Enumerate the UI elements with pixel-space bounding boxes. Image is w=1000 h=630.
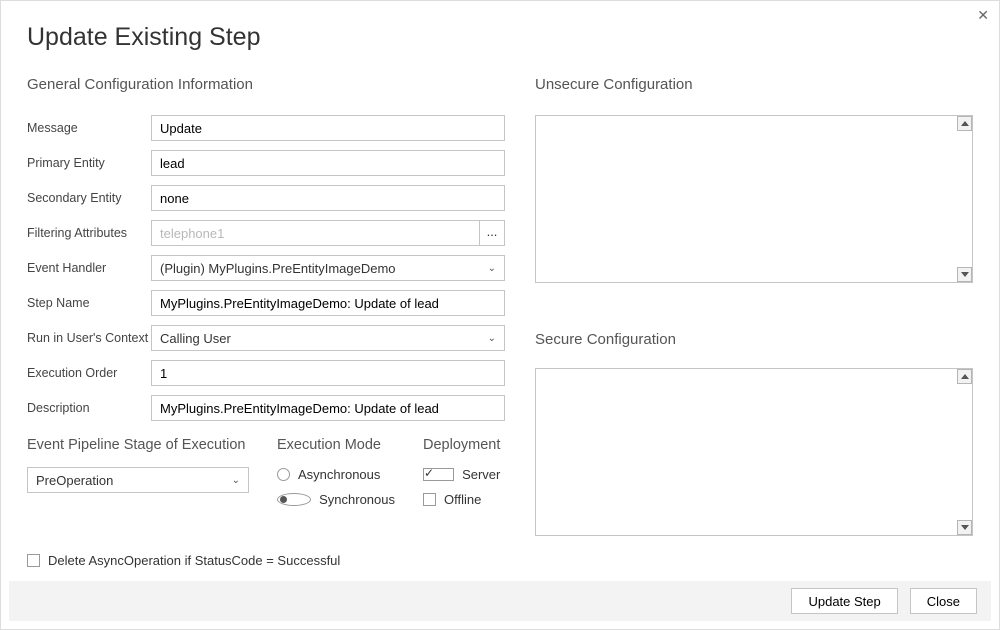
execution-mode-section: Execution Mode Asynchronous Synchronous (277, 437, 395, 517)
unsecure-heading: Unsecure Configuration (535, 76, 973, 93)
label-secondary-entity: Secondary Entity (27, 191, 151, 205)
label-message: Message (27, 121, 151, 135)
filtering-attributes-input[interactable] (151, 220, 479, 246)
window-close-icon[interactable]: ✕ (977, 7, 989, 24)
checkbox-icon (423, 493, 436, 506)
execution-mode-async-option[interactable]: Asynchronous (277, 467, 395, 482)
unsecure-scroll-up-button[interactable] (957, 116, 972, 131)
triangle-up-icon (961, 121, 969, 126)
chevron-down-icon: ⌄ (232, 475, 240, 486)
execution-mode-heading: Execution Mode (277, 437, 395, 453)
row-message: Message (27, 115, 505, 141)
run-context-select[interactable]: Calling User ⌄ (151, 325, 505, 351)
description-input[interactable] (151, 395, 505, 421)
label-primary-entity: Primary Entity (27, 156, 151, 170)
message-input[interactable] (151, 115, 505, 141)
triangle-up-icon (961, 374, 969, 379)
row-primary-entity: Primary Entity (27, 150, 505, 176)
row-execution-order: Execution Order (27, 360, 505, 386)
label-event-handler: Event Handler (27, 261, 151, 275)
filtering-attributes-wrap: ... (151, 220, 505, 246)
pipeline-stage-value: PreOperation (36, 473, 113, 488)
deployment-offline-option[interactable]: Offline (423, 492, 500, 507)
secure-heading: Secure Configuration (535, 331, 973, 348)
unsecure-scroll-down-button[interactable] (957, 267, 972, 282)
run-context-value: Calling User (160, 331, 231, 346)
checkbox-checked-icon (423, 468, 454, 481)
general-configuration-panel: General Configuration Information Messag… (27, 76, 505, 568)
row-run-context: Run in User's Context Calling User ⌄ (27, 325, 505, 351)
pipeline-stage-heading: Event Pipeline Stage of Execution (27, 437, 249, 453)
row-filtering-attributes: Filtering Attributes ... (27, 220, 505, 246)
deployment-section: Deployment Server Offline (423, 437, 500, 517)
row-step-name: Step Name (27, 290, 505, 316)
label-description: Description (27, 401, 151, 415)
label-execution-order: Execution Order (27, 366, 151, 380)
row-event-handler: Event Handler (Plugin) MyPlugins.PreEnti… (27, 255, 505, 281)
row-secondary-entity: Secondary Entity (27, 185, 505, 211)
triangle-down-icon (961, 525, 969, 530)
execution-mode-sync-label: Synchronous (319, 492, 395, 507)
dialog-title: Update Existing Step (27, 23, 973, 52)
ellipsis-icon: ... (487, 224, 498, 239)
configuration-panel: Unsecure Configuration Secure Configurat… (535, 76, 973, 568)
chevron-down-icon: ⌄ (488, 333, 496, 344)
deployment-server-label: Server (462, 467, 500, 482)
update-step-button[interactable]: Update Step (791, 588, 897, 614)
radio-icon (277, 468, 290, 481)
unsecure-config-textarea[interactable] (535, 115, 973, 283)
pipeline-stage-select[interactable]: PreOperation ⌄ (27, 467, 249, 493)
columns: General Configuration Information Messag… (27, 76, 973, 568)
event-handler-select[interactable]: (Plugin) MyPlugins.PreEntityImageDemo ⌄ (151, 255, 505, 281)
execution-mode-sync-option[interactable]: Synchronous (277, 492, 395, 507)
label-filtering-attributes: Filtering Attributes (27, 226, 151, 240)
general-heading: General Configuration Information (27, 76, 505, 93)
sub-settings: Event Pipeline Stage of Execution PreOpe… (27, 437, 505, 517)
filtering-attributes-browse-button[interactable]: ... (479, 220, 505, 246)
delete-async-label: Delete AsyncOperation if StatusCode = Su… (48, 553, 340, 568)
secure-config-textarea[interactable] (535, 368, 973, 536)
label-run-context: Run in User's Context (27, 331, 151, 345)
label-step-name: Step Name (27, 296, 151, 310)
radio-selected-icon (277, 493, 311, 506)
secure-scroll-down-button[interactable] (957, 520, 972, 535)
delete-async-option[interactable]: Delete AsyncOperation if StatusCode = Su… (27, 553, 505, 568)
secure-scroll-up-button[interactable] (957, 369, 972, 384)
row-description: Description (27, 395, 505, 421)
dialog-body: Update Existing Step General Configurati… (1, 1, 999, 568)
pipeline-stage-section: Event Pipeline Stage of Execution PreOpe… (27, 437, 249, 517)
step-name-input[interactable] (151, 290, 505, 316)
chevron-down-icon: ⌄ (488, 263, 496, 274)
secure-config-wrap (535, 368, 973, 536)
checkbox-icon (27, 554, 40, 567)
deployment-server-option[interactable]: Server (423, 467, 500, 482)
unsecure-config-wrap (535, 115, 973, 283)
secondary-entity-input[interactable] (151, 185, 505, 211)
close-button[interactable]: Close (910, 588, 977, 614)
event-handler-value: (Plugin) MyPlugins.PreEntityImageDemo (160, 261, 396, 276)
execution-order-input[interactable] (151, 360, 505, 386)
triangle-down-icon (961, 272, 969, 277)
deployment-heading: Deployment (423, 437, 500, 453)
execution-mode-async-label: Asynchronous (298, 467, 380, 482)
deployment-offline-label: Offline (444, 492, 481, 507)
primary-entity-input[interactable] (151, 150, 505, 176)
dialog-footer: Update Step Close (9, 581, 991, 621)
